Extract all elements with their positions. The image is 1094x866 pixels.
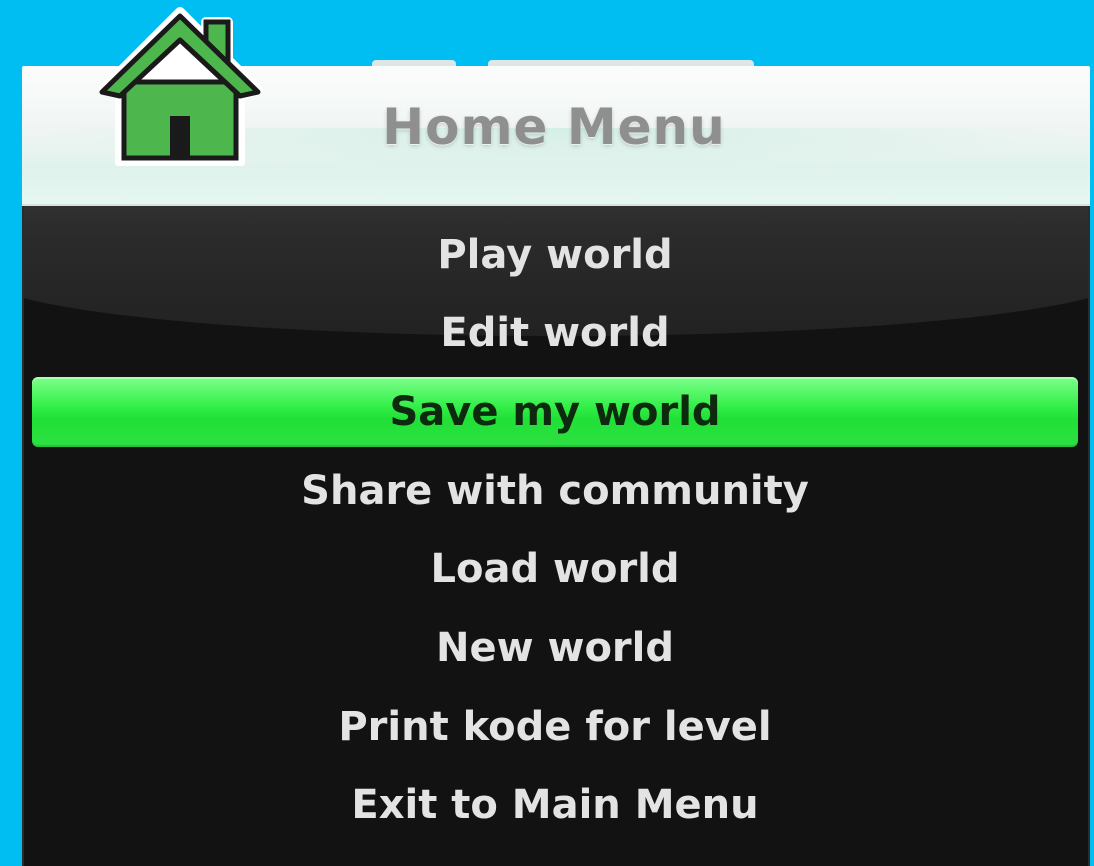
menu-item-save-my-world[interactable]: Save my world xyxy=(32,377,1078,447)
menu-item-edit-world[interactable]: Edit world xyxy=(32,298,1078,368)
menu-item-load-world[interactable]: Load world xyxy=(32,534,1078,604)
menu-panel: Play world Edit world Save my world Shar… xyxy=(22,206,1090,866)
house-icon xyxy=(99,7,263,166)
menu-item-play-world[interactable]: Play world xyxy=(32,220,1078,290)
menu-item-exit-to-main-menu[interactable]: Exit to Main Menu xyxy=(32,770,1078,840)
menu-item-print-kode-for-level[interactable]: Print kode for level xyxy=(32,692,1078,762)
menu-item-new-world[interactable]: New world xyxy=(32,613,1078,683)
menu-item-share-with-community[interactable]: Share with community xyxy=(32,456,1078,526)
